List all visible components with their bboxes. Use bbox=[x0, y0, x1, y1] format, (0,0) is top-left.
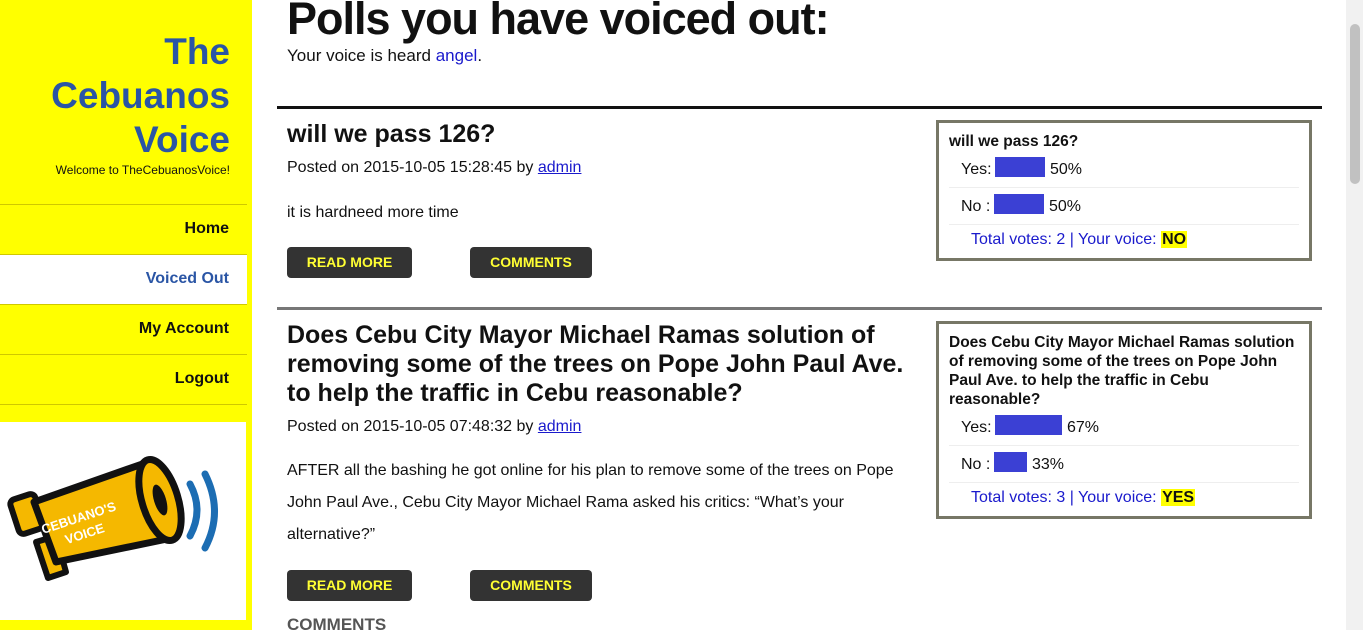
main-nav: Home Voiced Out My Account Logout bbox=[0, 204, 247, 405]
megaphone-logo: CEBUANO'S VOICE bbox=[0, 422, 246, 620]
poll-option-label: Yes: bbox=[961, 161, 992, 178]
comments-button[interactable]: COMMENTS bbox=[470, 247, 592, 278]
sidebar: The Cebuanos Voice Welcome to TheCebuano… bbox=[0, 0, 252, 630]
post-title[interactable]: will we pass 126? bbox=[287, 120, 927, 149]
page-title: Polls you have voiced out: bbox=[287, 0, 830, 44]
poll-question: Does Cebu City Mayor Michael Ramas solut… bbox=[949, 334, 1295, 408]
poll-result-card: Does Cebu City Mayor Michael Ramas solut… bbox=[936, 321, 1312, 519]
poll-question: will we pass 126? bbox=[949, 133, 1079, 150]
poll-result-bar bbox=[994, 452, 1027, 472]
nav-item-voiced-out[interactable]: Voiced Out bbox=[0, 255, 247, 305]
nav-item-my-account[interactable]: My Account bbox=[0, 305, 247, 355]
your-voice-badge: YES bbox=[1161, 489, 1196, 506]
poll-option-row: No : 50% bbox=[949, 188, 1299, 225]
poll-result-bar bbox=[995, 415, 1062, 435]
site-title-line-3: Voice bbox=[134, 119, 230, 160]
your-voice-badge: NO bbox=[1161, 231, 1188, 248]
poll-result-bar bbox=[995, 157, 1045, 177]
scrollbar-thumb[interactable] bbox=[1350, 24, 1360, 184]
post-meta: Posted on 2015-10-05 07:48:32 by admin bbox=[287, 418, 581, 436]
nav-item-home[interactable]: Home bbox=[0, 205, 247, 255]
post-date: Posted on 2015-10-05 15:28:45 by bbox=[287, 159, 534, 176]
poll-total-votes: Total votes: 3 | Your voice: YES bbox=[949, 483, 1299, 513]
post-card: will we pass 126? Posted on 2015-10-05 1… bbox=[277, 106, 1322, 306]
post-author-link[interactable]: admin bbox=[538, 159, 582, 176]
read-more-button[interactable]: READ MORE bbox=[287, 247, 412, 278]
post-card: Does Cebu City Mayor Michael Ramas solut… bbox=[277, 307, 1322, 637]
poll-option-row: No : 33% bbox=[949, 446, 1299, 483]
poll-option-percent: 50% bbox=[1050, 161, 1083, 178]
post-meta: Posted on 2015-10-05 15:28:45 by admin bbox=[287, 159, 581, 177]
poll-option-percent: 67% bbox=[1067, 419, 1100, 436]
poll-option-percent: 33% bbox=[1032, 456, 1065, 473]
poll-option-label: No : bbox=[961, 198, 991, 215]
poll-option-label: Yes: bbox=[961, 419, 992, 436]
poll-option-row: Yes: 67% bbox=[949, 409, 1299, 446]
poll-total-text: Total votes: 3 | Your voice: bbox=[971, 489, 1157, 506]
username-link[interactable]: angel bbox=[436, 46, 478, 65]
megaphone-icon: CEBUANO'S VOICE bbox=[7, 455, 218, 581]
nav-item-logout[interactable]: Logout bbox=[0, 355, 247, 405]
comments-heading: COMMENTS bbox=[287, 615, 387, 634]
post-author-link[interactable]: admin bbox=[538, 418, 582, 435]
poll-total-votes: Total votes: 2 | Your voice: NO bbox=[949, 225, 1299, 255]
post-date: Posted on 2015-10-05 07:48:32 by bbox=[287, 418, 534, 435]
site-title-line-1: The bbox=[164, 31, 230, 72]
read-more-button[interactable]: READ MORE bbox=[287, 570, 412, 601]
post-excerpt: it is hardneed more time bbox=[287, 204, 459, 221]
post-excerpt: AFTER all the bashing he got online for … bbox=[287, 462, 894, 543]
poll-result-bar bbox=[994, 194, 1044, 214]
site-title-line-2: Cebuanos bbox=[51, 75, 230, 116]
welcome-prefix: Your voice is heard bbox=[287, 46, 431, 65]
site-tagline: Welcome to TheCebuanosVoice! bbox=[55, 163, 230, 177]
comments-button[interactable]: COMMENTS bbox=[470, 570, 592, 601]
poll-option-label: No : bbox=[961, 456, 991, 473]
vertical-scrollbar[interactable] bbox=[1346, 0, 1363, 630]
poll-option-row: Yes: 50% bbox=[949, 151, 1299, 188]
poll-result-card: will we pass 126? Yes: 50% No : 50% Tota… bbox=[936, 120, 1312, 261]
welcome-suffix: . bbox=[477, 46, 483, 65]
poll-total-text: Total votes: 2 | Your voice: bbox=[971, 231, 1157, 248]
post-title[interactable]: Does Cebu City Mayor Michael Ramas solut… bbox=[287, 321, 927, 408]
site-brand[interactable]: The Cebuanos Voice Welcome to TheCebuano… bbox=[51, 30, 230, 177]
welcome-message: Your voice is heard angel. bbox=[287, 46, 482, 66]
poll-option-percent: 50% bbox=[1049, 198, 1082, 215]
